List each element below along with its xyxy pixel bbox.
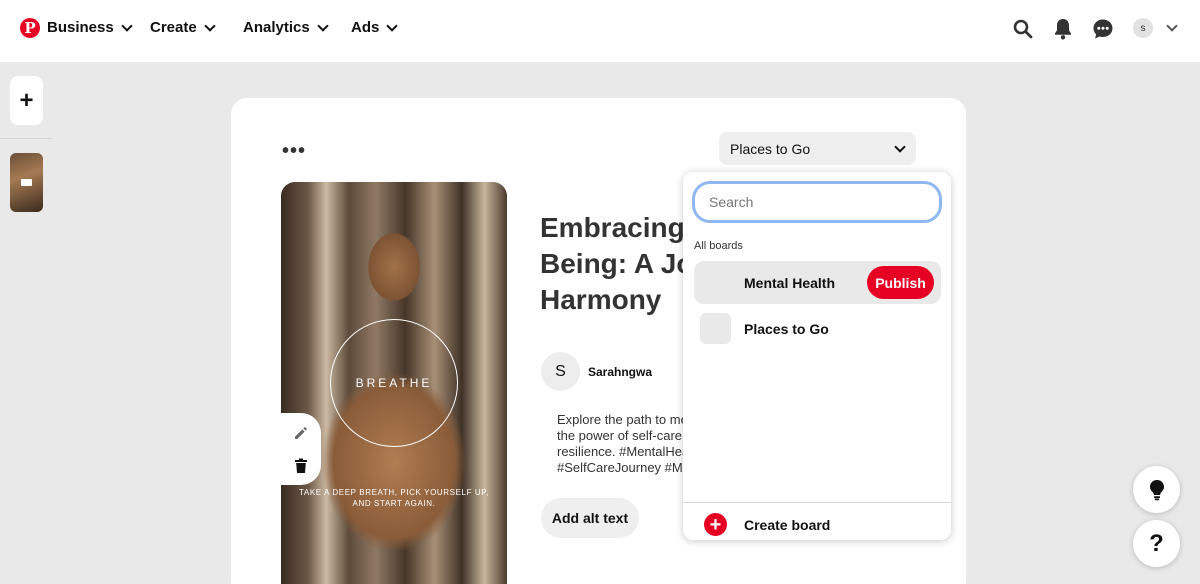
board-option-places-to-go[interactable]: Places to Go <box>694 307 941 350</box>
account-chevron-down-icon[interactable] <box>1166 20 1178 32</box>
edit-pencil-icon[interactable] <box>292 424 310 442</box>
pin-overlay-caption: TAKE A DEEP BREATH, PICK YOURSELF UP, AN… <box>299 488 489 508</box>
pin-title-line: Harmony <box>540 284 662 315</box>
plus-circle-icon: + <box>704 513 727 536</box>
rail-divider <box>0 138 52 139</box>
more-options-icon[interactable]: ••• <box>282 140 306 163</box>
all-boards-label: All boards <box>694 240 743 252</box>
author-name: Sarahngwa <box>588 365 653 379</box>
chevron-down-icon <box>386 19 399 32</box>
nav-analytics-label: Analytics <box>243 19 310 36</box>
pin-overlay-title: BREATHE <box>355 376 433 390</box>
board-dropdown <box>683 172 951 540</box>
nav-business[interactable]: Business <box>47 19 133 36</box>
board-select-value: Places to Go <box>730 140 811 157</box>
description-line: resilience. #MentalHealth <box>557 444 685 459</box>
board-search-input[interactable] <box>709 194 909 210</box>
nav-business-label: Business <box>47 19 114 36</box>
author-avatar: S <box>541 352 580 391</box>
chevron-down-icon <box>317 19 329 32</box>
board-search-field[interactable] <box>692 181 942 223</box>
nav-create[interactable]: Create <box>150 19 216 36</box>
description-line: the power of self-care and <box>557 428 685 443</box>
add-pin-button[interactable]: + <box>10 76 43 125</box>
add-alt-text-button[interactable]: Add alt text <box>541 498 639 538</box>
trash-icon[interactable] <box>292 457 310 475</box>
pin-description[interactable]: Explore the path to mental the power of … <box>557 412 685 478</box>
nav-create-label: Create <box>150 19 197 36</box>
tips-lightbulb-button[interactable] <box>1133 466 1180 513</box>
draft-pin-thumbnail[interactable] <box>10 153 43 212</box>
pin-title-line: Embracing Well- <box>540 212 690 243</box>
bell-icon[interactable] <box>1051 17 1075 41</box>
board-thumbnail <box>700 267 731 298</box>
board-thumbnail <box>700 313 731 344</box>
publish-button[interactable]: Publish <box>867 266 934 299</box>
pin-title-line: Being: A Journey to <box>540 248 690 279</box>
board-select[interactable]: Places to Go <box>719 132 916 165</box>
pinterest-logo[interactable]: P <box>20 18 40 38</box>
top-nav: P Business Create Analytics Ads s <box>0 0 1200 62</box>
nav-ads-label: Ads <box>351 19 380 36</box>
board-name: Mental Health <box>744 275 836 291</box>
chevron-down-icon <box>121 19 133 32</box>
video-camera-icon <box>21 179 32 186</box>
lightbulb-icon <box>1149 479 1164 500</box>
nav-analytics[interactable]: Analytics <box>243 19 329 36</box>
create-board-label: Create board <box>744 516 831 533</box>
pin-title[interactable]: Embracing Well- Being: A Journey to Harm… <box>540 210 690 320</box>
board-name: Places to Go <box>744 321 829 337</box>
search-icon[interactable] <box>1011 17 1035 41</box>
chevron-down-icon <box>894 141 906 153</box>
description-line: Explore the path to mental <box>557 412 685 427</box>
board-option-mental-health[interactable]: Mental Health Publish <box>694 261 941 304</box>
create-board-button[interactable]: + Create board <box>704 513 830 536</box>
help-button[interactable]: ? <box>1133 520 1180 567</box>
description-line: #SelfCareJourney #M <box>557 460 683 475</box>
nav-ads[interactable]: Ads <box>351 19 399 36</box>
dropdown-divider <box>683 502 951 503</box>
chevron-down-icon <box>204 19 216 32</box>
chat-icon[interactable] <box>1091 17 1115 41</box>
account-avatar[interactable]: s <box>1133 18 1153 38</box>
